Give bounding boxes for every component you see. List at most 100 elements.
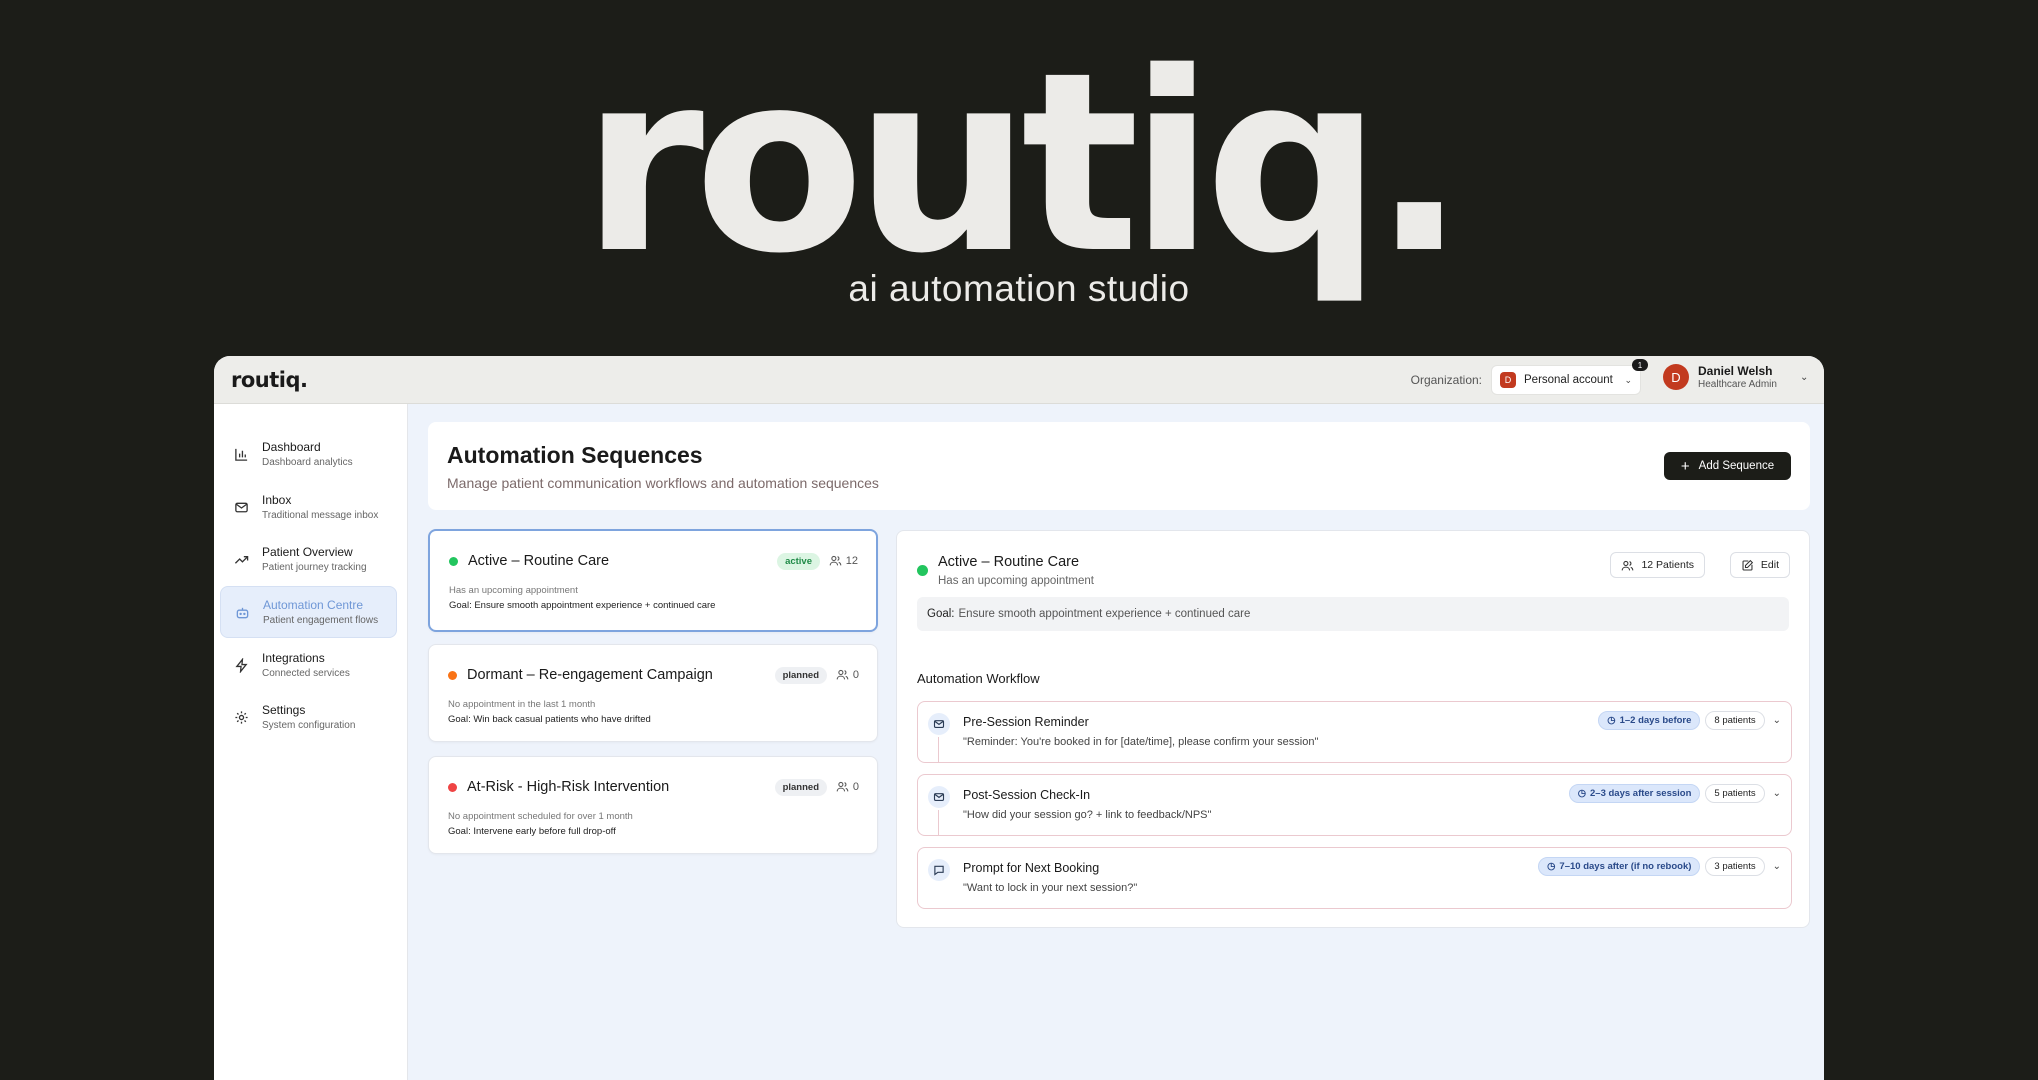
status-dot bbox=[449, 557, 458, 566]
message-icon bbox=[928, 859, 950, 881]
sequence-title: At-Risk - High-Risk Intervention bbox=[467, 779, 670, 795]
sequence-card-re-engagement[interactable]: Dormant – Re-engagement Campaign planned… bbox=[428, 644, 878, 742]
step-connector bbox=[938, 737, 939, 763]
workflow-heading: Automation Workflow bbox=[917, 671, 1040, 686]
sequence-condition: No appointment scheduled for over 1 mont… bbox=[448, 811, 633, 822]
mail-icon bbox=[928, 786, 950, 808]
chevron-down-icon[interactable]: ⌄ bbox=[1773, 715, 1781, 726]
sidebar-item-settings[interactable]: Settings System configuration bbox=[220, 691, 397, 743]
bar-chart-icon bbox=[220, 447, 262, 462]
sequence-card-routine-care[interactable]: Active – Routine Care active 12 Has an u… bbox=[428, 529, 878, 632]
step-message: "Want to lock in your next session?" bbox=[963, 882, 1138, 894]
step-message: "Reminder: You're booked in for [date/ti… bbox=[963, 736, 1319, 748]
step-patient-count: 8 patients bbox=[1705, 711, 1765, 730]
patient-count: 12 bbox=[829, 554, 858, 567]
sequence-detail-panel: Active – Routine Care Has an upcoming ap… bbox=[896, 530, 1810, 928]
user-menu[interactable]: D Daniel Welsh Healthcare Admin ⌄ bbox=[1663, 364, 1808, 390]
hero-tagline: ai automation studio bbox=[848, 268, 1190, 309]
lightning-icon bbox=[220, 657, 262, 673]
sidebar-item-subtitle: Connected services bbox=[262, 668, 350, 679]
sequence-card-at-risk[interactable]: At-Risk - High-Risk Intervention planned… bbox=[428, 756, 878, 854]
timing-badge: ◷ 2–3 days after session bbox=[1568, 784, 1701, 803]
users-icon bbox=[829, 555, 842, 566]
patient-count-value: 0 bbox=[852, 668, 859, 681]
timing-badge: ◷ 7–10 days after (if no rebook) bbox=[1538, 857, 1701, 876]
patient-count-value: 12 bbox=[845, 554, 858, 567]
user-name: Daniel Welsh bbox=[1698, 364, 1773, 378]
step-patient-count: 3 patients bbox=[1705, 857, 1765, 876]
goal-text: Ensure smooth appointment experience + c… bbox=[958, 608, 1251, 620]
avatar: D bbox=[1663, 364, 1689, 390]
patient-count: 0 bbox=[836, 780, 859, 793]
trending-up-icon bbox=[220, 552, 262, 567]
org-name: Personal account bbox=[1524, 374, 1613, 386]
status-badge: planned bbox=[774, 779, 827, 796]
sidebar-item-title: Inbox bbox=[262, 493, 292, 507]
patient-count: 0 bbox=[836, 668, 859, 681]
detail-subtitle: Has an upcoming appointment bbox=[938, 575, 1094, 587]
mail-icon bbox=[220, 500, 262, 515]
mail-icon bbox=[928, 713, 950, 735]
user-role: Healthcare Admin bbox=[1698, 379, 1777, 390]
sidebar-item-subtitle: Patient journey tracking bbox=[262, 562, 367, 573]
chevron-down-icon: ⌄ bbox=[1624, 374, 1632, 385]
sequence-title: Dormant – Re-engagement Campaign bbox=[467, 667, 713, 683]
status-dot bbox=[917, 565, 928, 576]
users-icon bbox=[1622, 560, 1634, 570]
step-title: Pre-Session Reminder bbox=[963, 715, 1089, 729]
org-avatar: D bbox=[1500, 372, 1516, 388]
status-badge: active bbox=[777, 553, 820, 570]
sidebar-item-dashboard[interactable]: Dashboard Dashboard analytics bbox=[220, 428, 397, 480]
sidebar-item-title: Automation Centre bbox=[263, 598, 364, 612]
sidebar-item-subtitle: Patient engagement flows bbox=[263, 615, 379, 626]
sequence-condition: Has an upcoming appointment bbox=[449, 585, 578, 596]
status-badge: planned bbox=[774, 667, 827, 684]
sequence-goal: Goal: Intervene early before full drop-o… bbox=[448, 826, 616, 837]
step-title: Prompt for Next Booking bbox=[963, 861, 1100, 875]
timing-label: 7–10 days after (if no rebook) bbox=[1559, 861, 1692, 872]
sidebar-item-subtitle: System configuration bbox=[262, 720, 356, 731]
goal-label: Goal: bbox=[927, 608, 955, 620]
hero-logo: routiq. bbox=[581, 20, 1467, 308]
chevron-down-icon[interactable]: ⌄ bbox=[1773, 788, 1781, 799]
sidebar-item-automation-centre[interactable]: Automation Centre Patient engagement flo… bbox=[220, 586, 397, 638]
sidebar-item-integrations[interactable]: Integrations Connected services bbox=[220, 639, 397, 691]
workflow-step[interactable]: Prompt for Next Booking "Want to lock in… bbox=[917, 847, 1792, 909]
sidebar-item-title: Settings bbox=[262, 703, 306, 717]
chevron-down-icon[interactable]: ⌄ bbox=[1773, 861, 1781, 872]
notification-badge[interactable]: 1 bbox=[1632, 359, 1648, 371]
app-window: routiq. Organization: D Personal account… bbox=[214, 356, 1824, 1080]
step-title: Post-Session Check-In bbox=[963, 788, 1091, 802]
organization-select[interactable]: D Personal account ⌄ bbox=[1491, 365, 1641, 395]
edit-button-label: Edit bbox=[1760, 559, 1779, 571]
page-title: Automation Sequences bbox=[447, 442, 703, 468]
edit-icon bbox=[1742, 559, 1754, 570]
sidebar-item-inbox[interactable]: Inbox Traditional message inbox bbox=[220, 481, 397, 533]
organization-label: Organization: bbox=[1410, 373, 1482, 387]
patients-button-label: 12 Patients bbox=[1641, 559, 1694, 571]
timing-badge: ◷ 1–2 days before bbox=[1598, 711, 1701, 730]
timing-label: 2–3 days after session bbox=[1590, 788, 1692, 799]
page-subtitle: Manage patient communication workflows a… bbox=[447, 475, 879, 491]
sequence-title: Active – Routine Care bbox=[468, 553, 610, 569]
sequence-goal: Goal: Win back casual patients who have … bbox=[448, 714, 651, 725]
bot-icon bbox=[221, 605, 263, 620]
patients-button[interactable]: 12 Patients bbox=[1610, 552, 1705, 578]
workflow-step[interactable]: Pre-Session Reminder "Reminder: You're b… bbox=[917, 701, 1792, 763]
patient-count-value: 0 bbox=[852, 780, 859, 793]
add-sequence-button[interactable]: + Add Sequence bbox=[1664, 452, 1791, 480]
users-icon bbox=[836, 669, 849, 680]
chevron-down-icon[interactable]: ⌄ bbox=[1800, 372, 1808, 383]
status-dot bbox=[448, 671, 457, 680]
sequence-condition: No appointment in the last 1 month bbox=[448, 699, 596, 710]
sidebar-item-subtitle: Traditional message inbox bbox=[262, 510, 379, 521]
workflow-step[interactable]: Post-Session Check-In "How did your sess… bbox=[917, 774, 1792, 836]
top-bar: routiq. Organization: D Personal account… bbox=[214, 356, 1824, 404]
sidebar-item-title: Integrations bbox=[262, 651, 325, 665]
clock-icon: ◷ bbox=[1577, 788, 1586, 799]
status-dot bbox=[448, 783, 457, 792]
step-meta: ◷ 2–3 days after session 5 patients ⌄ bbox=[1568, 784, 1781, 803]
sidebar-item-patient-overview[interactable]: Patient Overview Patient journey trackin… bbox=[220, 533, 397, 585]
app-logo[interactable]: routiq. bbox=[231, 368, 308, 392]
edit-button[interactable]: Edit bbox=[1729, 552, 1790, 578]
